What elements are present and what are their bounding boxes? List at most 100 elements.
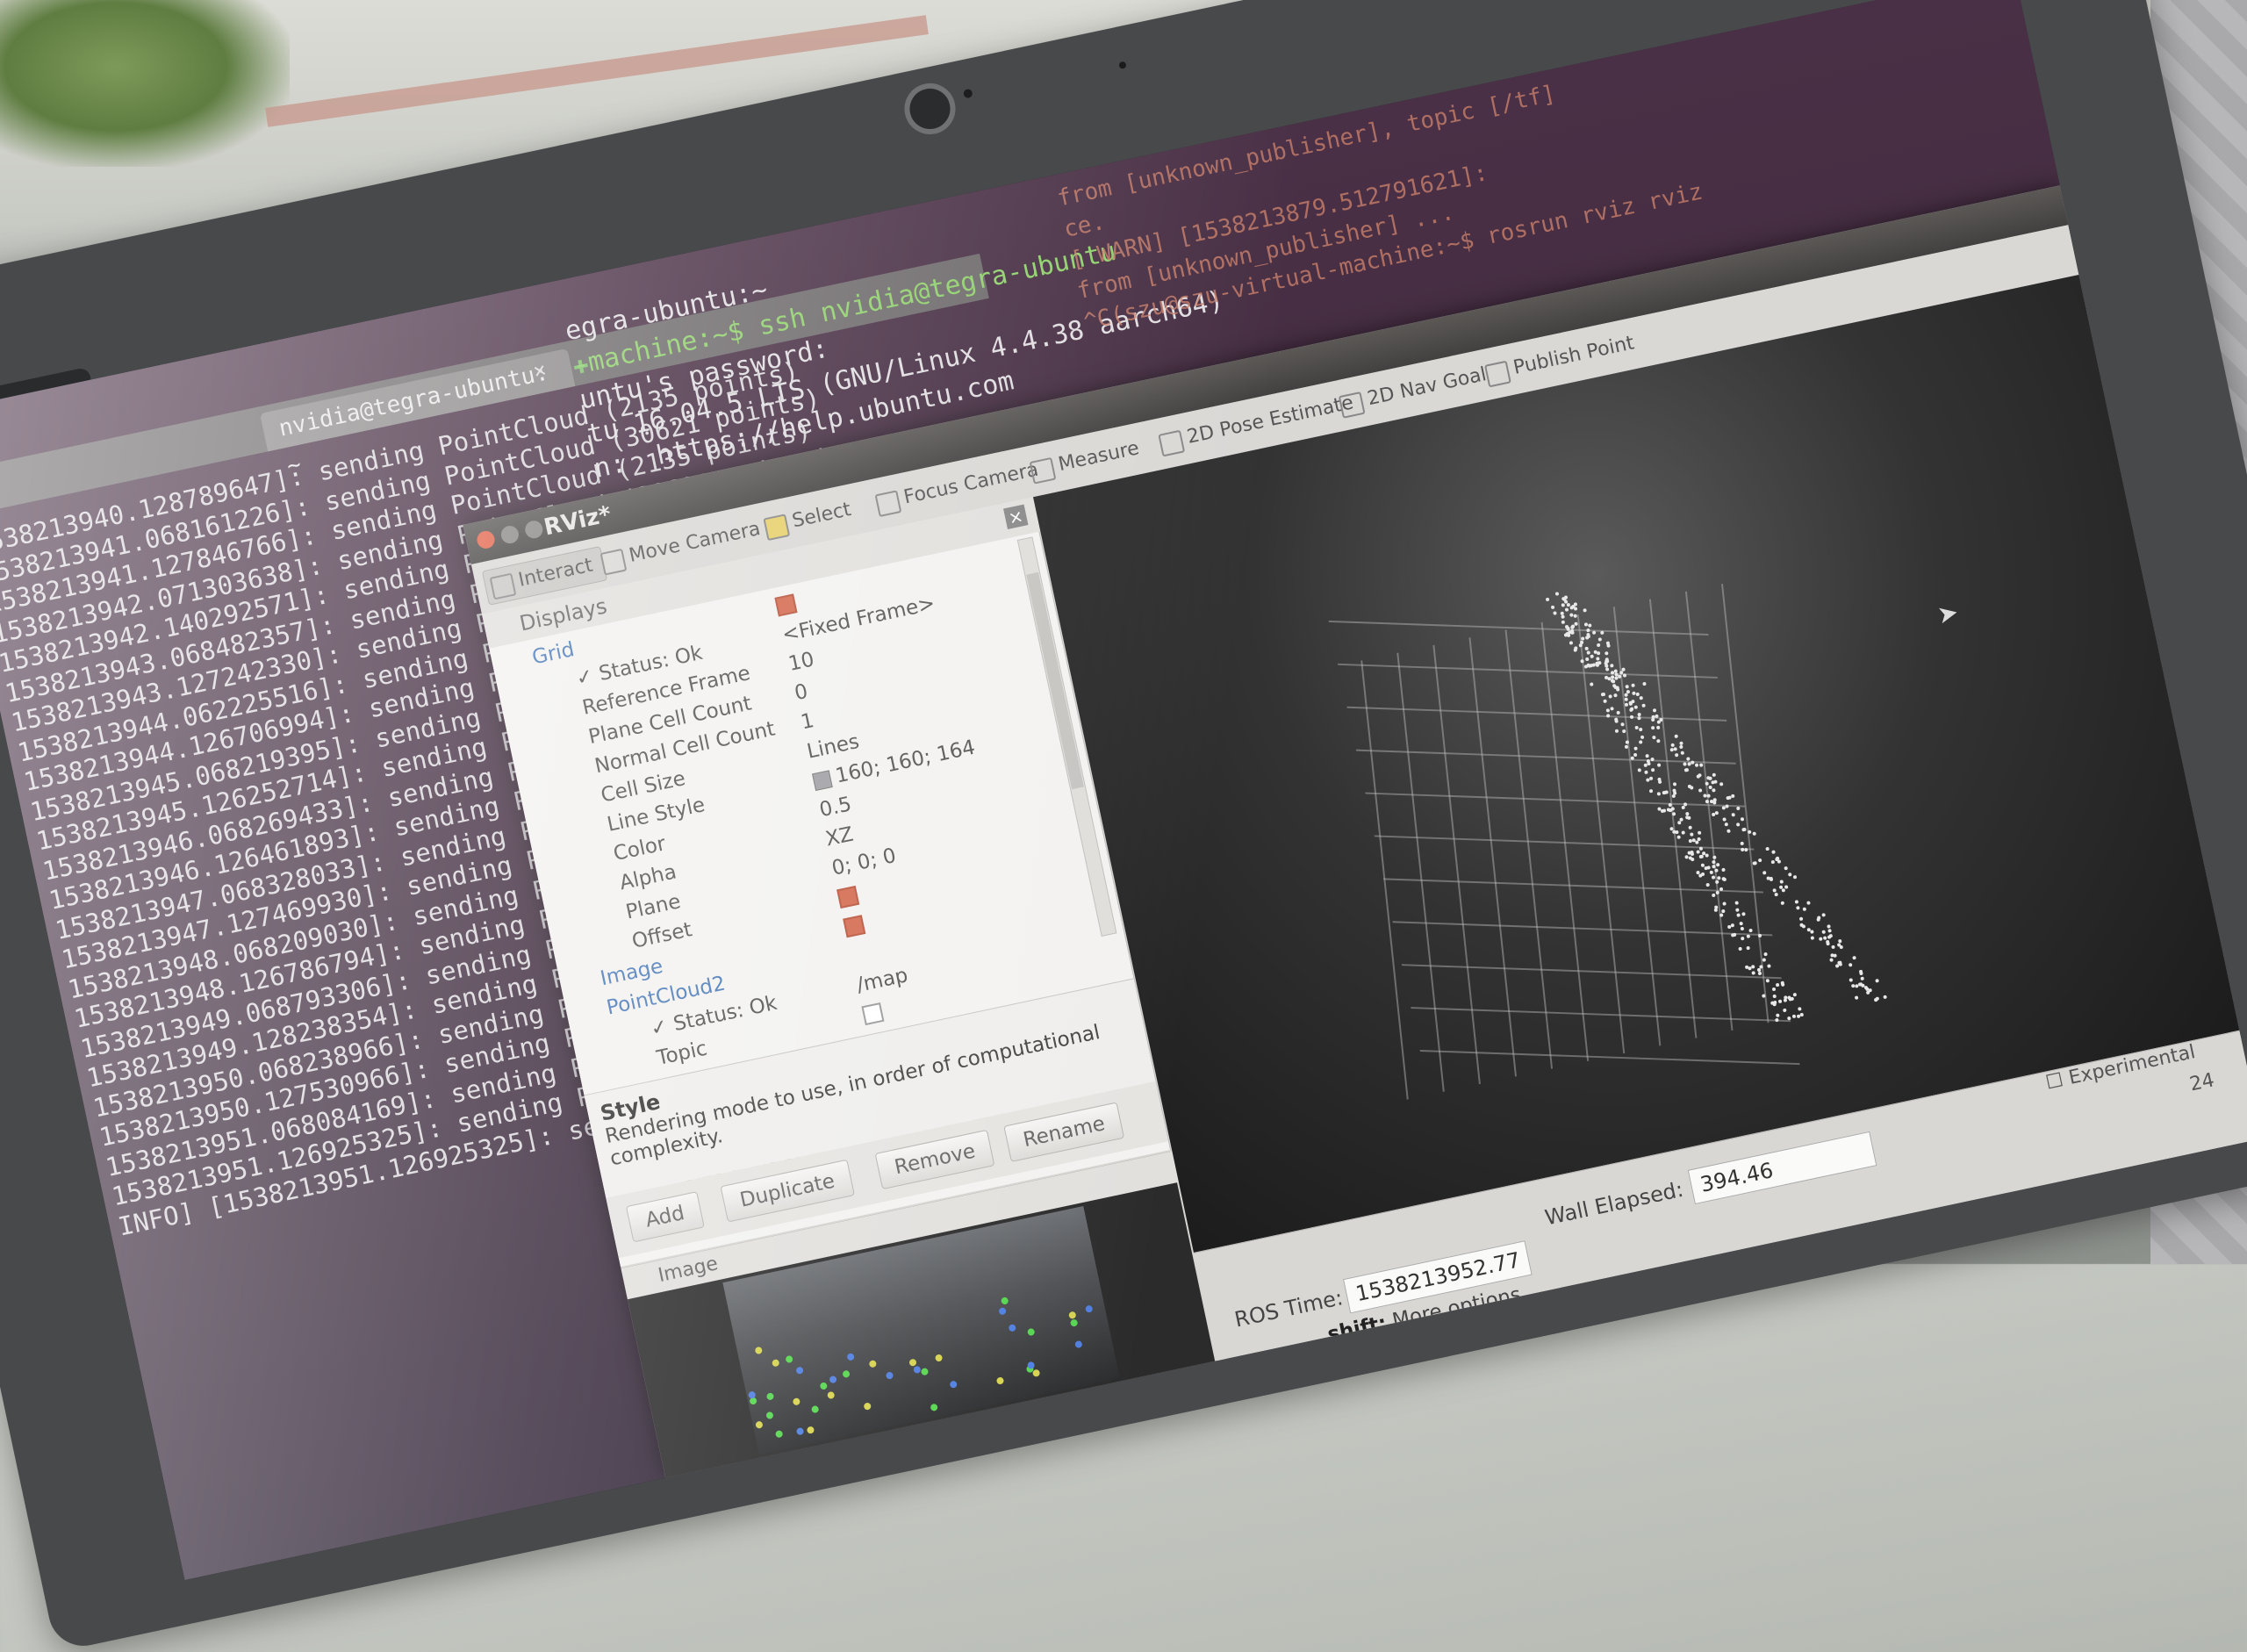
point-cloud-point [1741,828,1746,832]
point-cloud-point [1621,729,1626,734]
point-cloud-point [1624,744,1628,750]
point-cloud-point [1731,812,1736,817]
point-cloud-point [1797,1007,1802,1011]
point-cloud-point [1573,602,1578,607]
point-cloud-point [1639,727,1643,731]
point-cloud-point [1791,1014,1797,1019]
point-cloud-point [1799,1012,1805,1017]
add-button[interactable]: Add [625,1191,705,1243]
feature-point [810,1404,820,1414]
point-cloud-point [1711,812,1716,816]
checkbox-icon[interactable] [836,885,860,909]
feature-point [765,1411,774,1420]
property-value[interactable] [842,909,867,942]
property-value-text: 0.5 [817,793,854,822]
point-cloud-point [1564,607,1569,612]
point-cloud-point [1695,850,1700,854]
point-cloud-point [1673,746,1678,751]
point-cloud-point [1734,901,1739,906]
grid-line [1684,591,1734,1031]
point-cloud-point [1826,941,1831,945]
rename-button[interactable]: Rename [1003,1102,1125,1162]
property-value[interactable]: 1 [798,706,816,737]
point-cloud-point [1648,788,1654,794]
point-cloud-point [1650,725,1655,730]
checkbox-icon[interactable] [861,1002,885,1025]
feature-point [995,1375,1005,1385]
point-cloud-point [1787,872,1792,877]
point-cloud-point [1604,657,1609,662]
point-cloud-point [1721,806,1727,810]
point-cloud-point [1633,705,1638,709]
point-cloud-point [1616,710,1620,715]
point-cloud-point [1712,772,1716,778]
point-cloud-point [1713,868,1719,873]
point-cloud-point [1584,636,1590,640]
point-cloud-point [1554,592,1560,597]
point-cloud-point [1646,758,1651,764]
point-cloud-point [1651,735,1656,740]
feature-point [827,1390,836,1400]
point-cloud-point [1672,782,1676,786]
point-cloud-point [1735,908,1740,913]
property-value[interactable] [773,588,799,621]
checkbox-icon[interactable] [843,914,866,937]
point-cloud-point [1698,788,1704,794]
point-cloud-point [1784,866,1789,871]
point-cloud-point [1772,887,1777,893]
point-cloud-point [1570,624,1576,629]
point-cloud-point [1550,605,1555,609]
point-cloud-point [1596,643,1601,647]
point-cloud-point [1641,681,1647,686]
point-cloud-point [1766,964,1771,968]
point-cloud-point [1590,654,1594,659]
checkbox-icon[interactable] [774,593,798,616]
minimize-window-icon[interactable] [499,524,520,545]
point-cloud-point [1628,707,1633,713]
maximize-window-icon[interactable] [523,519,545,541]
point-cloud-point [1724,822,1729,827]
property-value[interactable] [836,880,861,913]
point-cloud-point [1641,703,1646,708]
point-cloud-point [1798,916,1804,922]
point-cloud-point [1546,597,1550,602]
point-cloud-point [1614,729,1619,734]
remove-button[interactable]: Remove [874,1129,995,1190]
point-cloud-point [1762,993,1766,998]
point-cloud-point [1827,935,1832,940]
point-cloud-point [1810,936,1815,941]
point-cloud-point [1792,992,1797,997]
close-icon[interactable]: × [1003,504,1029,530]
point-cloud-point [1722,817,1727,822]
point-cloud-point [1674,752,1679,758]
feature-point [829,1375,837,1384]
property-value[interactable] [860,996,886,1030]
point-cloud-point [1716,875,1721,880]
point-cloud-point [1633,752,1638,758]
point-cloud-point [1705,780,1710,786]
point-cloud-point [1839,945,1844,950]
point-cloud-point [1636,715,1641,721]
point-cloud-point [1645,754,1650,758]
point-cloud-point [1573,607,1578,611]
point-cloud-point [1762,871,1767,875]
duplicate-button[interactable]: Duplicate [720,1159,855,1223]
point-cloud-point [1820,912,1826,917]
point-cloud-point [1784,885,1789,889]
point-cloud-point [1680,751,1685,756]
grid-line [1411,1007,1791,1023]
property-value-text: XZ [823,822,856,851]
point-cloud-point [1589,682,1594,686]
point-cloud-point [1621,667,1626,672]
point-cloud-point [1638,740,1643,745]
property-value[interactable]: 0 [792,677,810,708]
grid-line [1576,614,1626,1054]
point-cloud-point [1793,874,1798,880]
point-cloud-point [1715,862,1719,867]
point-cloud-point [1694,762,1699,767]
point-cloud-point [1688,825,1693,830]
point-cloud-point [1794,900,1799,905]
point-cloud-point [1613,693,1618,698]
point-cloud-point [1883,995,1888,1000]
close-window-icon[interactable] [475,529,497,550]
